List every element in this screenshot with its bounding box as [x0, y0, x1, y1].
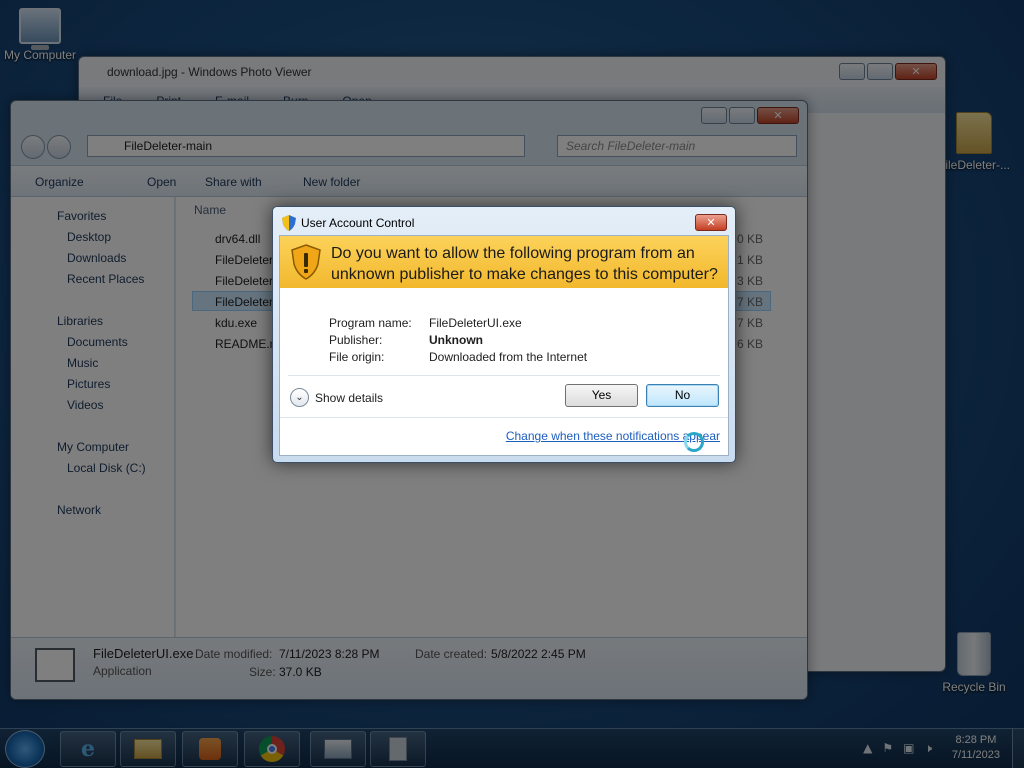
file-origin-value: Downloaded from the Internet	[429, 350, 588, 364]
warning-banner: Do you want to allow the following progr…	[280, 236, 728, 288]
file-origin-label: File origin:	[329, 350, 385, 364]
uac-title: User Account Control	[301, 216, 415, 230]
show-details-label: Show details	[315, 390, 384, 405]
uac-dialog: User Account Control ✕ Do you want to al…	[272, 206, 736, 463]
program-name-value: FileDeleterUI.exe	[429, 316, 522, 330]
close-button[interactable]: ✕	[695, 214, 727, 231]
show-details-toggle[interactable]: ⌄ Show details	[290, 388, 383, 407]
program-name-label: Program name:	[329, 316, 412, 330]
uac-body: Do you want to allow the following progr…	[279, 235, 729, 456]
yes-button[interactable]: Yes	[565, 384, 638, 407]
uac-question: Do you want to allow the following progr…	[331, 245, 718, 283]
busy-cursor-icon	[684, 432, 704, 452]
warning-shield-icon	[291, 244, 321, 280]
no-button[interactable]: No	[646, 384, 719, 407]
divider	[288, 375, 720, 376]
chevron-down-icon: ⌄	[290, 388, 309, 407]
uac-shield-icon	[282, 215, 296, 231]
publisher-value: Unknown	[429, 333, 483, 347]
divider	[280, 417, 728, 418]
publisher-label: Publisher:	[329, 333, 383, 347]
